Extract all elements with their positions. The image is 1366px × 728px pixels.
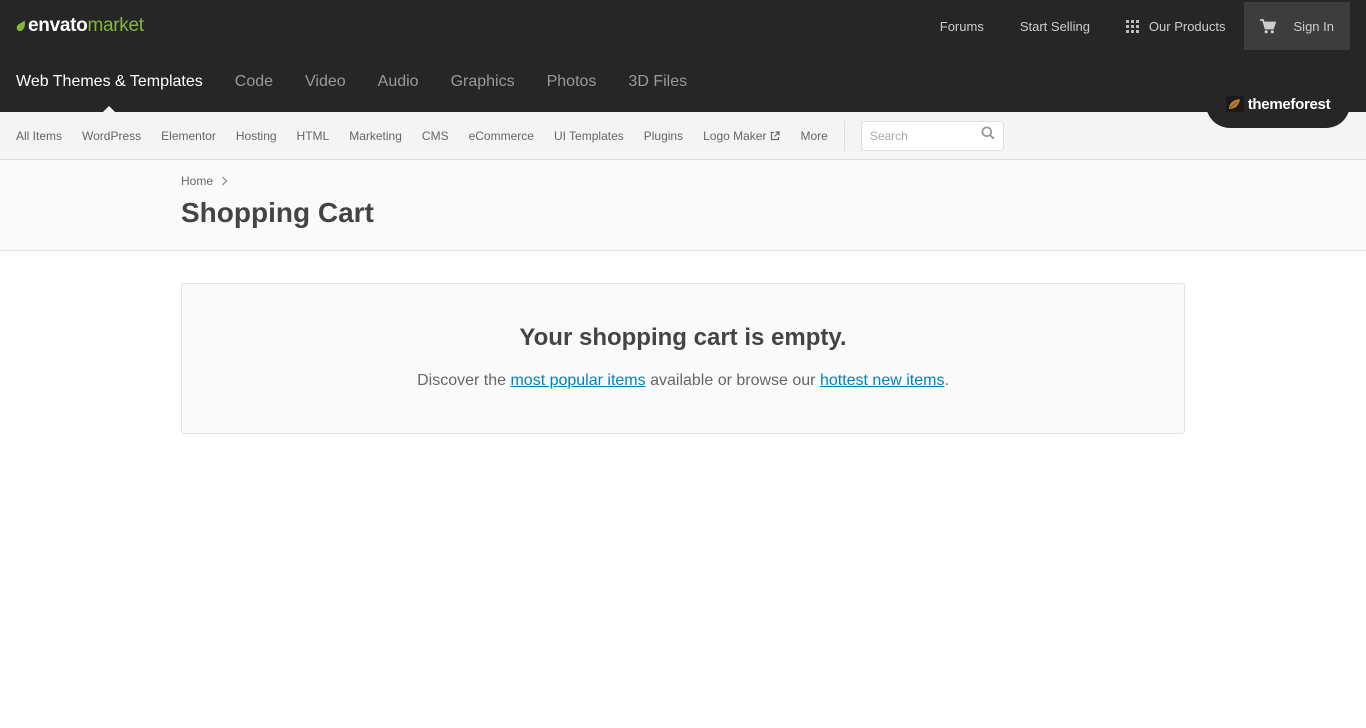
page-header: Home Shopping Cart [0, 160, 1366, 251]
empty-text-after: . [944, 372, 949, 389]
category-video[interactable]: Video [305, 52, 346, 112]
search-icon[interactable] [981, 126, 995, 145]
top-links: Forums Start Selling Our Products Sign I… [922, 0, 1350, 52]
logo-text-envato: envato [28, 15, 88, 36]
chevron-right-icon [221, 176, 228, 186]
page-title: Shopping Cart [181, 197, 374, 228]
our-products-label: Our Products [1148, 18, 1226, 34]
search-box [860, 120, 1004, 151]
sign-in-button[interactable]: Sign In [1243, 2, 1350, 50]
logo-text-market: market [87, 15, 144, 36]
themeforest-label: themeforest [1247, 95, 1331, 113]
empty-cart-message: Discover the most popular items availabl… [182, 372, 1184, 390]
forums-link[interactable]: Forums [922, 2, 1002, 50]
category-audio[interactable]: Audio [378, 52, 419, 112]
subnav-html[interactable]: HTML [297, 129, 330, 143]
subnav-all-items[interactable]: All Items [16, 129, 62, 143]
empty-text-middle: available or browse our [645, 372, 820, 389]
category-3d-files[interactable]: 3D Files [628, 52, 687, 112]
themeforest-logo-icon [1225, 96, 1244, 112]
start-selling-link[interactable]: Start Selling [1002, 2, 1108, 50]
category-photos[interactable]: Photos [547, 52, 597, 112]
subnav-divider [843, 120, 845, 151]
subnav-wordpress[interactable]: WordPress [82, 129, 141, 143]
subnav-cms[interactable]: CMS [422, 129, 449, 143]
sign-in-label: Sign In [1293, 18, 1334, 34]
category-nav: Web Themes & Templates Code Video Audio … [0, 52, 1366, 112]
our-products-link[interactable]: Our Products [1108, 2, 1244, 50]
subnav-ui-templates[interactable]: UI Templates [554, 129, 624, 143]
subnav-logo-maker[interactable]: Logo Maker [703, 128, 781, 143]
subnav-more[interactable]: More [800, 129, 827, 143]
subnav-hosting[interactable]: Hosting [236, 129, 277, 143]
envato-leaf-icon [16, 20, 26, 32]
grid-icon [1125, 19, 1139, 33]
sub-nav: All Items WordPress Elementor Hosting HT… [0, 112, 1366, 160]
subnav-elementor[interactable]: Elementor [161, 129, 216, 143]
category-graphics[interactable]: Graphics [451, 52, 515, 112]
most-popular-items-link[interactable]: most popular items [510, 372, 645, 389]
empty-cart-panel: Your shopping cart is empty. Discover th… [181, 283, 1185, 434]
breadcrumb-home[interactable]: Home [181, 174, 213, 188]
category-code[interactable]: Code [235, 52, 273, 112]
top-header: envato market Forums Start Selling Our P… [0, 0, 1366, 128]
envato-market-logo[interactable]: envato market [16, 0, 144, 52]
empty-text-before: Discover the [417, 372, 511, 389]
empty-cart-title: Your shopping cart is empty. [519, 324, 847, 351]
hottest-new-items-link[interactable]: hottest new items [820, 372, 945, 389]
subnav-ecommerce[interactable]: eCommerce [469, 129, 534, 143]
subnav-marketing[interactable]: Marketing [349, 129, 402, 143]
subnav-plugins[interactable]: Plugins [644, 129, 683, 143]
cart-icon[interactable] [1259, 18, 1276, 34]
subnav-logo-maker-label: Logo Maker [703, 128, 767, 143]
breadcrumb: Home [181, 174, 1366, 188]
category-web-themes[interactable]: Web Themes & Templates [16, 52, 203, 112]
themeforest-badge[interactable]: themeforest [1206, 80, 1350, 128]
external-link-icon [770, 130, 781, 141]
top-row: envato market Forums Start Selling Our P… [0, 0, 1366, 52]
search-input[interactable] [869, 128, 970, 143]
